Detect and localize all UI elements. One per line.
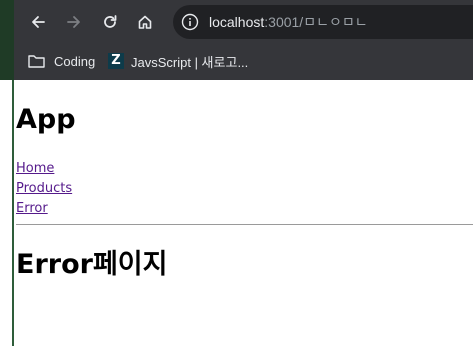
nav-link-error[interactable]: Error bbox=[16, 199, 72, 219]
browser-window: localhost:3001/ㅁㄴㅇㅁㄴ Coding Z JavsScript… bbox=[0, 0, 473, 346]
back-button[interactable] bbox=[25, 9, 51, 35]
folder-icon bbox=[28, 55, 45, 68]
bookmark-label: JavsScript | 새로고... bbox=[131, 54, 249, 70]
forward-button[interactable] bbox=[61, 9, 87, 35]
reload-icon bbox=[104, 15, 117, 28]
error-page-heading: Error페이지 bbox=[16, 249, 168, 280]
nav-link-home[interactable]: Home bbox=[16, 159, 72, 179]
address-bar[interactable]: localhost:3001/ㅁㄴㅇㅁㄴ bbox=[173, 5, 473, 39]
reload-button[interactable] bbox=[97, 9, 123, 35]
site-info-icon[interactable] bbox=[181, 13, 199, 31]
app-title: App bbox=[16, 104, 76, 135]
nav-link-products[interactable]: Products bbox=[16, 179, 72, 199]
page-content: App Home Products Error Error페이지 bbox=[16, 80, 473, 346]
arrow-left-icon bbox=[32, 16, 45, 28]
browser-chrome: localhost:3001/ㅁㄴㅇㅁㄴ Coding Z JavsScript… bbox=[14, 0, 473, 80]
url-text[interactable]: localhost:3001/ㅁㄴㅇㅁㄴ bbox=[209, 13, 368, 31]
arrow-right-icon bbox=[67, 16, 80, 28]
home-button[interactable] bbox=[132, 9, 158, 35]
url-path: :3001/ㅁㄴㅇㅁㄴ bbox=[264, 14, 368, 30]
window-left-edge-dark bbox=[0, 0, 14, 80]
url-host: localhost bbox=[209, 14, 265, 30]
divider bbox=[16, 224, 473, 225]
bookmarks-bar: Coding Z JavsScript | 새로고... bbox=[14, 43, 473, 80]
nav-links: Home Products Error bbox=[16, 159, 72, 219]
bookmark-javascript[interactable]: Z JavsScript | 새로고... bbox=[108, 51, 248, 71]
bookmark-coding-folder[interactable]: Coding bbox=[28, 51, 95, 71]
home-icon bbox=[138, 15, 152, 29]
z-icon: Z bbox=[108, 53, 124, 69]
bookmark-label: Coding bbox=[54, 53, 96, 69]
browser-toolbar: localhost:3001/ㅁㄴㅇㅁㄴ bbox=[14, 0, 473, 43]
